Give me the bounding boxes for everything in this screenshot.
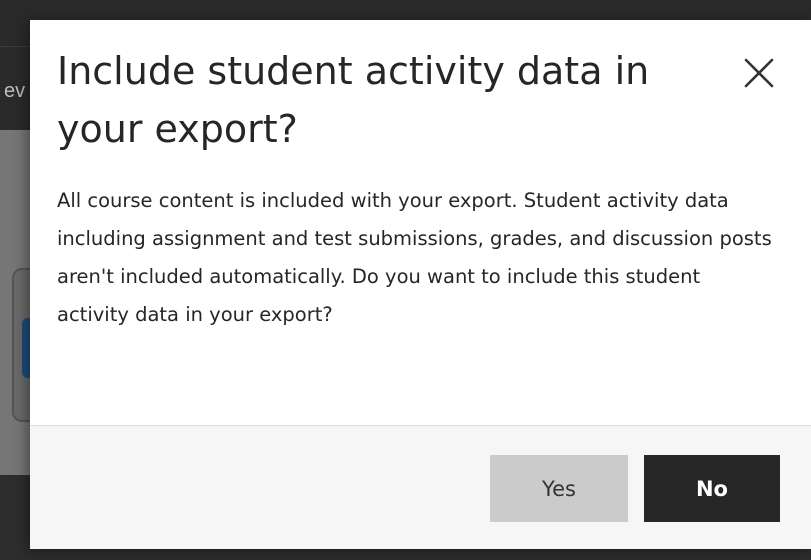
dialog-footer: Yes No bbox=[30, 425, 811, 549]
close-button[interactable] bbox=[736, 50, 782, 96]
dialog-title: Include student activity data in your ex… bbox=[57, 49, 650, 151]
yes-button[interactable]: Yes bbox=[490, 455, 628, 522]
dialog-message: All course content is included with your… bbox=[57, 189, 772, 326]
export-dialog: Include student activity data in your ex… bbox=[30, 20, 811, 549]
no-button[interactable]: No bbox=[644, 455, 780, 522]
close-icon bbox=[744, 58, 774, 88]
screen: ev Include student activity data in your… bbox=[0, 0, 811, 560]
